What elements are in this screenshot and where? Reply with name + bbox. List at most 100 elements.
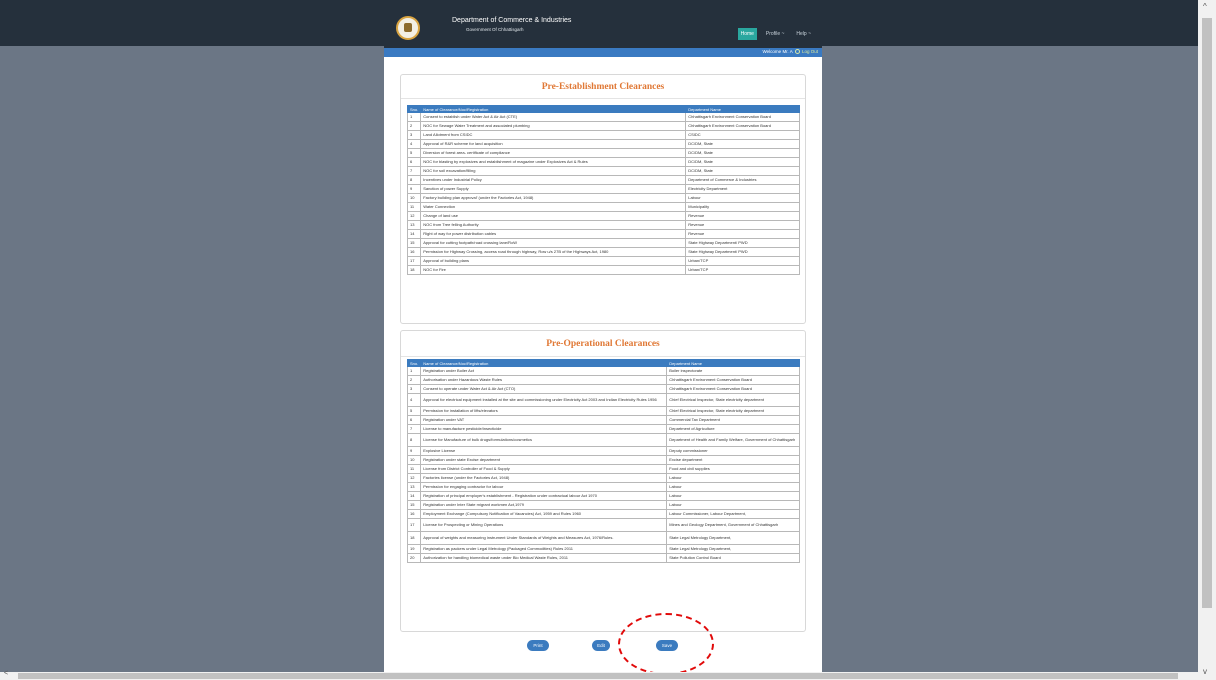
cell-department: State Highway Department/ PWD bbox=[685, 238, 800, 248]
cell-sno: 2 bbox=[406, 121, 422, 131]
cell-clearance: License from District Controller of Food… bbox=[420, 464, 668, 474]
cell-department: Department of Health and Family Welfare,… bbox=[666, 433, 800, 447]
cell-department: Urban/TCP bbox=[685, 265, 800, 275]
column-header-clearance: Name of Clearance/Noc/Registration bbox=[420, 105, 687, 113]
cell-department: Urban/TCP bbox=[685, 256, 800, 266]
cell-sno: 10 bbox=[406, 193, 422, 203]
nav-help[interactable]: Help ~ bbox=[793, 28, 814, 40]
cell-clearance: Authorisation under Hazardous Waste Rule… bbox=[420, 375, 668, 385]
cell-department: DC/DM, State bbox=[685, 148, 800, 158]
edit-button[interactable]: Edit bbox=[592, 640, 610, 651]
table-row: 16 Permission for Highway Crossing, acces… bbox=[406, 247, 800, 257]
cell-department: Electricity Department bbox=[685, 184, 800, 194]
cell-clearance: Registration under Boiler Act bbox=[420, 366, 668, 376]
cell-sno: 3 bbox=[406, 384, 422, 394]
cell-department: Labour bbox=[666, 500, 800, 510]
cell-department: Chhattisgarh Environment Conservation Bo… bbox=[685, 112, 800, 122]
cell-department: Department of Agriculture bbox=[666, 424, 800, 434]
cell-department: Boiler inspectorate bbox=[666, 366, 800, 376]
cell-clearance: Approval of R&R scheme for land acquisit… bbox=[420, 139, 687, 149]
cell-department: Revenue bbox=[685, 211, 800, 221]
cell-sno: 7 bbox=[406, 166, 422, 176]
cell-clearance: Permission for engaging contractor for l… bbox=[420, 482, 668, 492]
cell-department: Revenue bbox=[685, 220, 800, 230]
cell-clearance: Approval for cutting footpath/road cross… bbox=[420, 238, 687, 248]
table-row: 12 Change of land use Revenue bbox=[406, 211, 800, 221]
cell-department: DC/DM, State bbox=[685, 166, 800, 176]
table-row: 17 License for Prospecting or Mining Oper… bbox=[406, 518, 800, 532]
table-row: 20 Authorization for handling biomedical … bbox=[406, 553, 800, 563]
table-row: 7 License to manufacture pesticide/insect… bbox=[406, 424, 800, 434]
cell-sno: 4 bbox=[406, 139, 422, 149]
cell-clearance: Registration as packers under Legal Metr… bbox=[420, 544, 668, 554]
action-buttons: Print Edit Save bbox=[384, 638, 822, 654]
cell-department: State Pollution Control Board bbox=[666, 553, 800, 563]
table-row: 6 Registration under VAT Commercial Tax De… bbox=[406, 415, 800, 425]
nav-home[interactable]: Home bbox=[737, 28, 757, 40]
cell-department: CSIDC bbox=[685, 130, 800, 140]
cell-department: State Legal Metrology Department, bbox=[666, 531, 800, 545]
cell-sno: 6 bbox=[406, 157, 422, 167]
welcome-user: Welcome Mr. A bbox=[762, 49, 793, 54]
cell-clearance: Registration under VAT bbox=[420, 415, 668, 425]
welcome-text: Welcome Mr. A Log Out bbox=[763, 49, 818, 54]
scroll-up-icon[interactable]: ^ bbox=[1203, 2, 1207, 11]
table-row: 13 Permission for engaging contractor for… bbox=[406, 482, 800, 492]
cell-sno: 15 bbox=[406, 500, 422, 510]
cell-sno: 7 bbox=[406, 424, 422, 434]
cell-sno: 16 bbox=[406, 509, 422, 519]
pre-operational-panel: Pre-Operational Clearances Sno. Name of … bbox=[400, 330, 806, 632]
government-subtitle: Government Of Chhattisgarh bbox=[466, 27, 524, 32]
cell-department: Chhattisgarh Environment Conservation Bo… bbox=[685, 121, 800, 131]
table-row: 1 Consent to establish under Water Act & … bbox=[406, 112, 800, 122]
vertical-scroll-thumb[interactable] bbox=[1202, 18, 1212, 608]
cell-department: Excise department bbox=[666, 455, 800, 465]
scroll-left-icon[interactable]: < bbox=[4, 670, 8, 677]
cell-sno: 11 bbox=[406, 464, 422, 474]
cell-sno: 16 bbox=[406, 247, 422, 257]
cell-clearance: Factory building plan approval' (under t… bbox=[420, 193, 687, 203]
nav-profile[interactable]: Profile ~ bbox=[763, 28, 787, 40]
table-row: 18 Approval of weights and measuring inst… bbox=[406, 531, 800, 545]
cell-clearance: Water Connection bbox=[420, 202, 687, 212]
table-row: 16 Employment Exchange (Compulsory Notifi… bbox=[406, 509, 800, 519]
table-row: 10 Registration under state Excise depart… bbox=[406, 455, 800, 465]
cell-department: DC/DM, State bbox=[685, 139, 800, 149]
table-row: 4 Approval for electrical equipment insta… bbox=[406, 393, 800, 407]
cell-sno: 5 bbox=[406, 148, 422, 158]
scroll-down-icon[interactable]: v bbox=[1203, 667, 1207, 676]
cell-clearance: License to manufacture pesticide/insecti… bbox=[420, 424, 668, 434]
table-row: 1 Registration under Boiler Act Boiler ins… bbox=[406, 366, 800, 376]
table-row: 15 Approval for cutting footpath/road cro… bbox=[406, 238, 800, 248]
cell-clearance: Approval of building plans bbox=[420, 256, 687, 266]
cell-sno: 5 bbox=[406, 406, 422, 416]
cell-department: Labour bbox=[685, 193, 800, 203]
cell-department: Mines and Geology Department, Government… bbox=[666, 518, 800, 532]
cell-sno: 6 bbox=[406, 415, 422, 425]
department-title: Department of Commerce & Industries bbox=[452, 17, 572, 24]
table-row: 3 Consent to operate under Water Act & Ai… bbox=[406, 384, 800, 394]
logout-link[interactable]: Log Out bbox=[802, 49, 818, 54]
government-emblem-icon bbox=[396, 16, 420, 40]
cell-clearance: Registration under state Excise departme… bbox=[420, 455, 668, 465]
vertical-scrollbar[interactable]: ^ v bbox=[1198, 0, 1216, 680]
logout-icon[interactable] bbox=[794, 49, 800, 54]
table-row: 13 NOC from Tree felling Authority Revenue bbox=[406, 220, 800, 230]
cell-clearance: License for Prospecting or Mining Operat… bbox=[420, 518, 668, 532]
cell-department: Chief Electrical Inspector, State electr… bbox=[666, 393, 800, 407]
horizontal-scroll-thumb[interactable] bbox=[18, 673, 1178, 679]
cell-sno: 17 bbox=[406, 256, 422, 266]
cell-clearance: Factories license (under the Factories A… bbox=[420, 473, 668, 483]
cell-clearance: NOC from Tree felling Authority bbox=[420, 220, 687, 230]
table-row: 9 Sanction of power Supply Electricity Dep… bbox=[406, 184, 800, 194]
cell-clearance: NOC for Fire bbox=[420, 265, 687, 275]
cell-sno: 12 bbox=[406, 211, 422, 221]
cell-sno: 17 bbox=[406, 518, 422, 532]
cell-clearance: Approval of weights and measuring instru… bbox=[420, 531, 668, 545]
print-button[interactable]: Print bbox=[527, 640, 549, 651]
cell-sno: 13 bbox=[406, 220, 422, 230]
horizontal-scrollbar[interactable]: < bbox=[0, 670, 1198, 680]
welcome-bar: Welcome Mr. A Log Out bbox=[384, 48, 822, 57]
table-header-row: Sno. Name of Clearance/Noc/Registration … bbox=[406, 105, 800, 113]
cell-department: Revenue bbox=[685, 229, 800, 239]
